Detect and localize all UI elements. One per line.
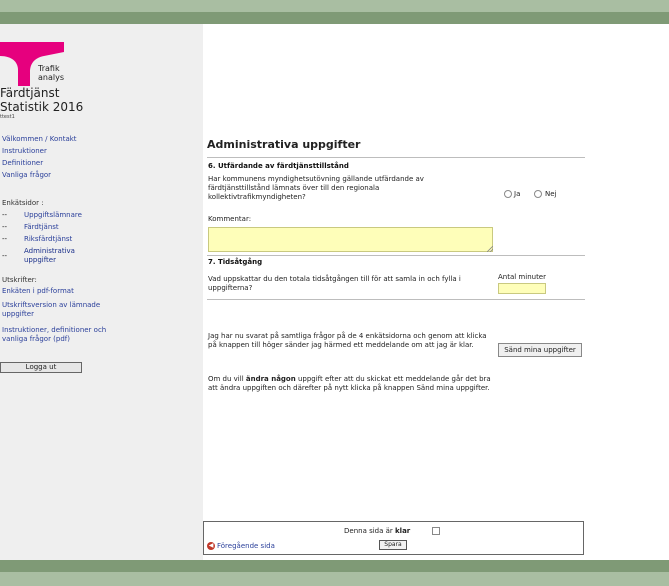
previous-page-label: Föregående sida: [217, 542, 275, 550]
nav-instructions[interactable]: Instruktioner: [2, 145, 47, 157]
back-arrow-icon: ◀: [207, 542, 215, 550]
nav-riksfardtjanst[interactable]: Riksfärdtjänst: [24, 235, 72, 244]
utskrifter-header: Utskrifter:: [2, 276, 37, 284]
logo-text-line1: Trafik: [38, 64, 60, 73]
nav-administrativa[interactable]: Administrativa uppgifter: [24, 247, 94, 265]
dash-marker: --: [2, 252, 8, 260]
minutes-input[interactable]: [498, 283, 546, 294]
dash-marker: --: [2, 235, 8, 243]
minutes-label: Antal minuter: [498, 273, 546, 281]
nav-definitions[interactable]: Definitioner: [2, 157, 43, 169]
q6-no-label: Nej: [545, 190, 557, 198]
ready-text-pre: Denna sida är: [344, 527, 396, 535]
top-band-light: [0, 0, 669, 12]
enkat-header: Enkätsidor :: [2, 199, 44, 207]
print-instructions-link[interactable]: Instruktioner, definitioner och vanliga …: [2, 326, 112, 344]
print-version-link[interactable]: Utskriftsversion av lämnade uppgifter: [2, 301, 117, 319]
q6-yes-radio[interactable]: [504, 190, 512, 198]
change-text-bold: ändra någon: [245, 375, 296, 383]
comment-textarea[interactable]: [208, 227, 493, 252]
sidebar: Trafik analys Färdtjänst Statistik 2016 …: [0, 24, 203, 560]
logo-text-line2: analys: [38, 73, 64, 82]
page-ready-label: Denna sida är klar: [344, 527, 410, 535]
change-info-text: Om du vill ändra någon uppgift efter att…: [208, 375, 498, 393]
app-title-line2: Statistik 2016: [0, 100, 84, 114]
top-band-dark: [0, 12, 669, 24]
q6-yes-label: Ja: [514, 190, 521, 198]
change-text-pre: Om du vill: [208, 375, 246, 383]
username: ttest1: [0, 114, 15, 120]
logout-button[interactable]: Logga ut: [0, 362, 82, 373]
page-ready-checkbox[interactable]: [432, 527, 440, 535]
comment-label: Kommentar:: [208, 215, 252, 223]
print-pdf-link[interactable]: Enkäten i pdf-format: [2, 285, 74, 297]
nav-faq[interactable]: Vanliga frågor: [2, 169, 51, 181]
q6-question: Har kommunens myndighetsutövning gälland…: [208, 175, 424, 201]
submit-info-text: Jag har nu svarat på samtliga frågor på …: [208, 332, 487, 349]
divider: [207, 299, 585, 300]
nav-welcome[interactable]: Välkommen / Kontakt: [2, 133, 77, 145]
ready-text-bold: klar: [395, 527, 411, 535]
bottom-band-light: [0, 572, 669, 586]
submit-data-button[interactable]: Sänd mina uppgifter: [498, 343, 582, 357]
q6-no-radio[interactable]: [534, 190, 542, 198]
resize-handle-icon[interactable]: [487, 246, 493, 252]
app-title: Färdtjänst Statistik 2016: [0, 86, 83, 114]
divider: [207, 157, 585, 158]
nav-fardtjanst[interactable]: Färdtjänst: [24, 223, 59, 232]
save-button[interactable]: Spara: [379, 540, 407, 550]
page-title: Administrativa uppgifter: [207, 138, 361, 151]
bottom-band-dark: [0, 560, 669, 572]
q7-title: 7. Tidsåtgång: [208, 258, 263, 266]
q7-question: Vad uppskattar du den totala tidsåtgånge…: [208, 275, 461, 292]
dash-marker: --: [2, 223, 8, 231]
dash-marker: --: [2, 211, 8, 219]
q6-title: 6. Utfärdande av färdtjänsttillstånd: [208, 162, 349, 170]
nav-uppgiftslamnare[interactable]: Uppgiftslämnare: [24, 211, 82, 220]
app-title-line1: Färdtjänst: [0, 86, 60, 100]
logo-text: Trafik analys: [38, 64, 64, 82]
divider: [207, 255, 585, 256]
previous-page-link[interactable]: ◀ Föregående sida: [207, 542, 275, 550]
